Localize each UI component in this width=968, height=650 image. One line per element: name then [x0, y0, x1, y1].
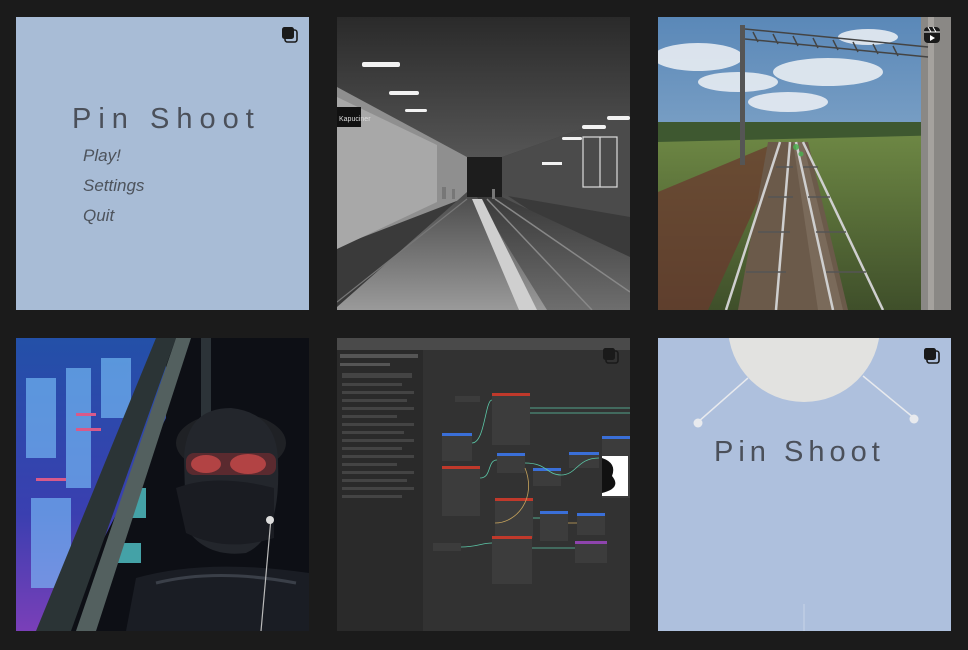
- game-title: Pin Shoot: [714, 436, 885, 468]
- post-tile-node-editor[interactable]: [337, 338, 630, 631]
- post-tile-pin-shoot-menu[interactable]: Pin Shoot Play! Settings Quit: [16, 17, 309, 310]
- multi-image-icon: [282, 27, 298, 43]
- railway-photo: [658, 17, 951, 310]
- multi-image-icon: [603, 348, 619, 364]
- post-tile-pin-shoot-title[interactable]: Pin Shoot: [658, 338, 951, 631]
- pin-shoot-artwork: [693, 338, 919, 631]
- metro-platform-photo: Kapuciner: [337, 17, 630, 310]
- menu-item-play: Play!: [83, 146, 121, 165]
- game-menu: Play! Settings Quit: [83, 145, 144, 235]
- post-tile-railway[interactable]: [658, 17, 951, 310]
- reel-icon: [924, 26, 940, 43]
- menu-item-settings: Settings: [83, 176, 145, 195]
- post-tile-metro-platform[interactable]: Kapuciner: [337, 17, 630, 310]
- game-title: Pin Shoot: [72, 103, 261, 135]
- night-window-photo: [16, 338, 309, 631]
- node-editor-screenshot: [337, 338, 630, 631]
- multi-image-icon: [924, 348, 940, 364]
- post-tile-night-window[interactable]: [16, 338, 309, 631]
- menu-item-quit: Quit: [83, 206, 115, 225]
- station-sign: Kapuciner: [339, 116, 371, 123]
